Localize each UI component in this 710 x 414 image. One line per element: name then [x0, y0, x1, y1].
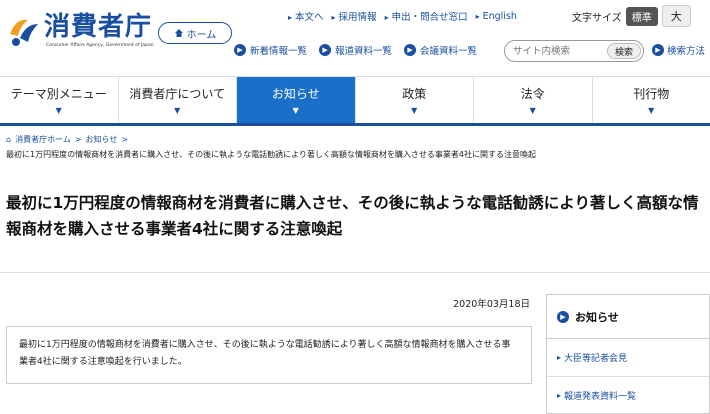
nav-news[interactable]: お知らせ ▼: [237, 77, 356, 123]
home-button-label: ホーム: [186, 29, 217, 41]
publish-date: 2020年03月18日: [453, 299, 530, 310]
link-press-list-label: 報道資料一覧: [335, 46, 393, 57]
breadcrumb-home[interactable]: 消費者庁ホーム: [15, 134, 71, 145]
search-help-link[interactable]: ▶ 検索方法: [652, 43, 705, 57]
font-size-label: 文字サイズ: [572, 12, 622, 24]
nav-about[interactable]: 消費者庁について ▼: [119, 77, 237, 123]
breadcrumb-news[interactable]: お知らせ: [86, 134, 118, 145]
nav-theme-menu[interactable]: テーマ別メニュー ▼: [0, 77, 119, 123]
caret-down-icon: ▼: [411, 106, 418, 115]
arrow-right-icon: ▶: [652, 44, 664, 56]
breadcrumb: ⌂ 消費者庁ホーム > お知らせ > 最初に1万円程度の情報商材を消費者に購入さ…: [6, 134, 536, 160]
nav-label: 政策: [402, 87, 427, 101]
home-button[interactable]: ホーム: [158, 22, 232, 44]
link-news-list[interactable]: ▶ 新着情報一覧: [234, 43, 307, 57]
caret-down-icon: ▼: [292, 106, 299, 115]
search-input[interactable]: [513, 44, 611, 59]
nav-label: 法令: [520, 87, 545, 101]
caret-down-icon: ▼: [174, 106, 181, 115]
top-links: 本文へ 採用情報 申出・問合せ窓口 English: [288, 9, 517, 24]
arrow-right-icon: ▶: [319, 44, 332, 56]
nav-laws[interactable]: 法令 ▼: [474, 77, 593, 123]
page-title: 最初に1万円程度の情報商材を消費者に購入させ、その後に執ような電話勧誘により著し…: [6, 194, 699, 238]
home-icon: ⌂: [6, 135, 12, 144]
site-search: 検索: [504, 40, 644, 62]
logo-name: 消費者庁: [44, 12, 153, 42]
arrow-right-icon: ▶: [557, 310, 569, 323]
sidebar-heading-label: お知らせ: [575, 310, 619, 324]
home-icon: [174, 29, 183, 37]
link-skip-to-content[interactable]: 本文へ: [288, 9, 324, 23]
sub-links: ▶ 新着情報一覧 ▶ 報道資料一覧 ▶ 会議資料一覧: [234, 43, 477, 57]
caret-down-icon: ▼: [55, 106, 62, 115]
font-size-switcher: 文字サイズ 標準 大: [572, 5, 691, 27]
search-button[interactable]: 検索: [607, 43, 641, 59]
sidebar: ▶ お知らせ 大臣等記者会見 報道発表資料一覧: [546, 294, 710, 414]
nav-publications[interactable]: 刊行物 ▼: [593, 77, 710, 123]
link-meetings-list[interactable]: ▶ 会議資料一覧: [404, 43, 477, 57]
caret-down-icon: ▼: [529, 106, 536, 115]
site-header: 消費者庁 Consumer Affairs Agency, Government…: [0, 0, 710, 76]
breadcrumb-links: ⌂ 消費者庁ホーム > お知らせ >: [6, 134, 536, 145]
breadcrumb-separator: >: [74, 135, 82, 144]
link-contact[interactable]: 申出・問合せ窓口: [385, 9, 468, 23]
link-english[interactable]: English: [476, 11, 517, 22]
font-size-large-button[interactable]: 大: [661, 5, 691, 27]
nav-label: 消費者庁について: [129, 87, 226, 101]
global-nav: テーマ別メニュー ▼ 消費者庁について ▼ お知らせ ▼ 政策 ▼ 法令 ▼ 刊…: [0, 76, 710, 126]
link-press-list[interactable]: ▶ 報道資料一覧: [319, 43, 392, 57]
article-summary: 最初に1万円程度の情報商材を消費者に購入させ、その後に執ような電話勧誘により著し…: [6, 326, 532, 384]
link-recruitment[interactable]: 採用情報: [332, 9, 377, 23]
arrow-right-icon: ▶: [234, 44, 246, 56]
caret-down-icon: ▼: [648, 106, 655, 115]
link-news-list-label: 新着情報一覧: [250, 46, 308, 57]
link-meetings-list-label: 会議資料一覧: [420, 46, 478, 57]
breadcrumb-separator: >: [121, 135, 129, 144]
site-logo[interactable]: 消費者庁 Consumer Affairs Agency, Government…: [6, 10, 166, 54]
nav-label: テーマ別メニュー: [10, 87, 107, 101]
title-divider: [0, 272, 710, 273]
logo-mark-icon: [10, 19, 38, 46]
search-help-label: 検索方法: [667, 46, 706, 57]
sidebar-item-press-conference[interactable]: 大臣等記者会見: [547, 339, 709, 377]
sidebar-heading[interactable]: ▶ お知らせ: [547, 295, 709, 339]
nav-label: 刊行物: [633, 87, 670, 101]
logo-subtitle: Consumer Affairs Agency, Government of J…: [46, 43, 154, 48]
sidebar-item-press-releases[interactable]: 報道発表資料一覧: [547, 377, 709, 414]
nav-policy[interactable]: 政策 ▼: [356, 77, 474, 123]
breadcrumb-current: 最初に1万円程度の情報商材を消費者に購入させ、その後に執ような電話勧誘により著し…: [6, 150, 537, 159]
nav-label: お知らせ: [271, 87, 320, 101]
arrow-right-icon: ▶: [404, 44, 417, 56]
font-size-standard-button[interactable]: 標準: [625, 6, 658, 26]
